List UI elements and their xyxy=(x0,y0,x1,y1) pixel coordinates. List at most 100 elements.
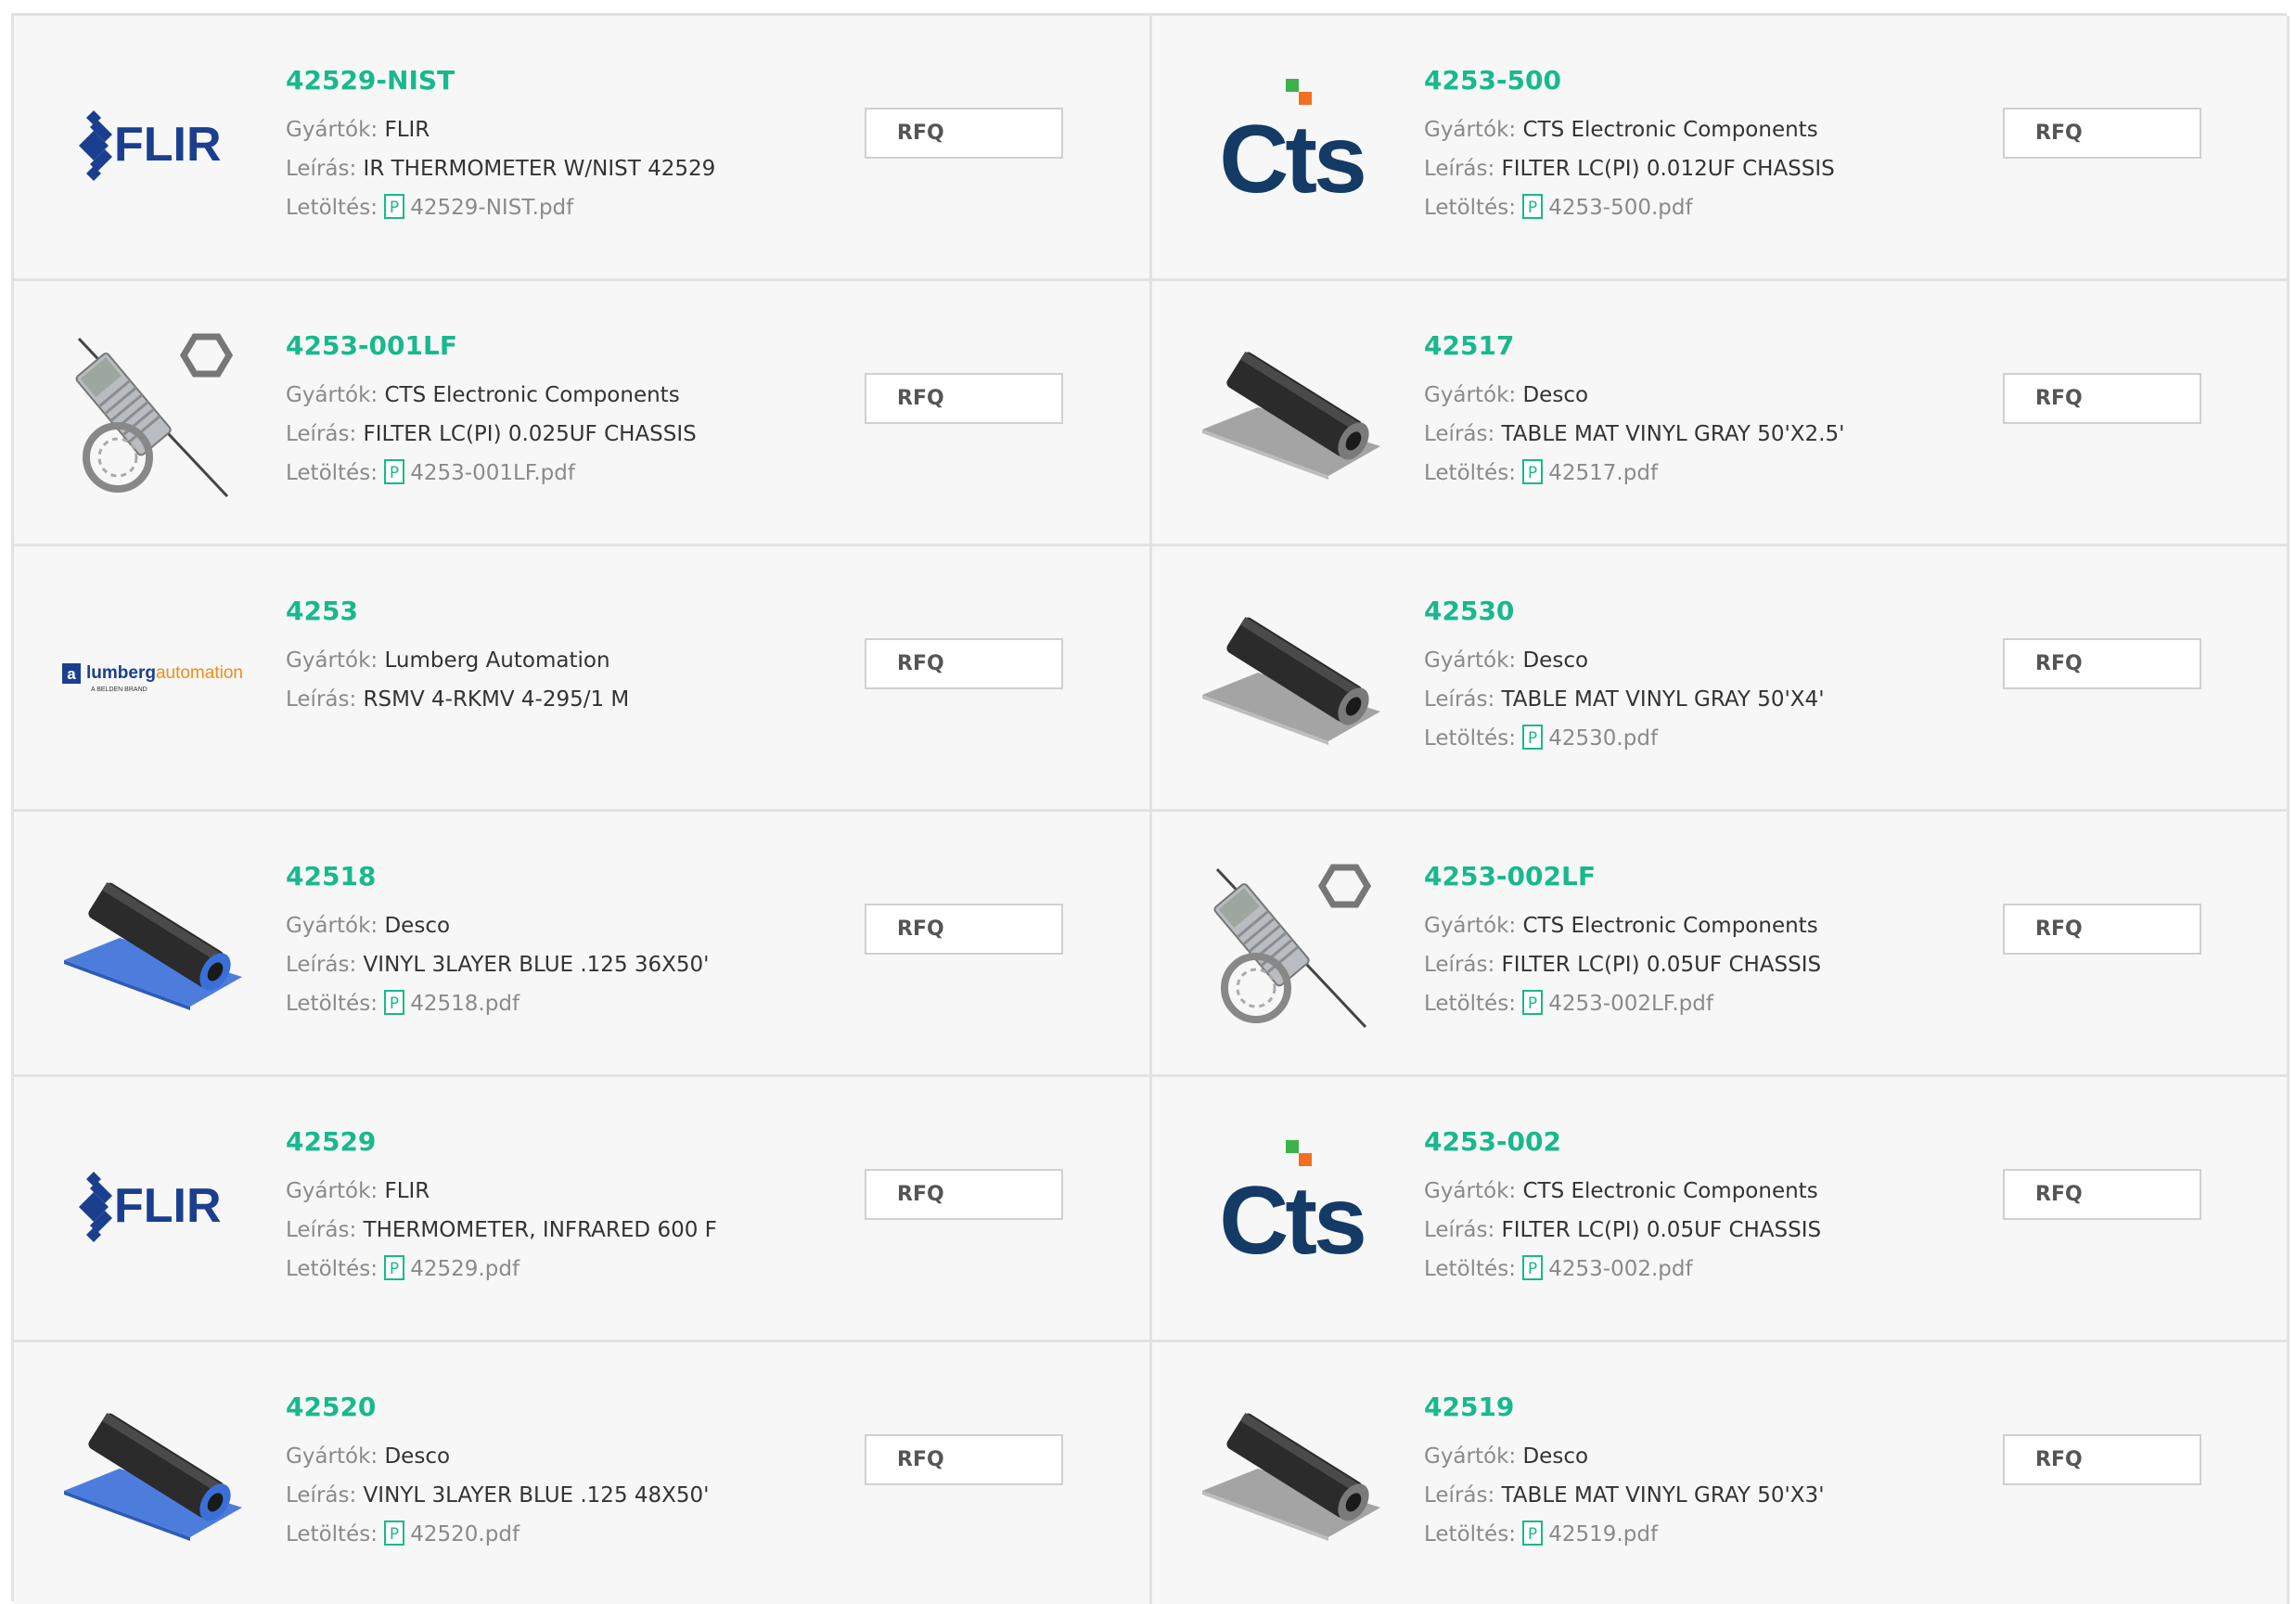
description-label: Leírás: xyxy=(1424,953,1502,977)
description-row: Leírás: VINYL 3LAYER BLUE .125 48X50' xyxy=(286,1476,824,1515)
manufacturer-row: Gyártók: Desco xyxy=(1424,376,1962,415)
datasheet-link[interactable]: 4253-001LF.pdf xyxy=(410,461,575,485)
manufacturer-row: Gyártók: CTS Electronic Components xyxy=(1424,110,1962,149)
pdf-file-icon[interactable]: P xyxy=(384,1254,405,1280)
part-number-link[interactable]: 42530 xyxy=(1424,593,1962,630)
logo-text: Cts xyxy=(1219,1167,1364,1275)
gray-mat-roll-image[interactable] xyxy=(1199,318,1384,504)
datasheet-link[interactable]: 42518.pdf xyxy=(410,992,519,1016)
description-value: VINYL 3LAYER BLUE .125 48X50' xyxy=(363,1483,710,1508)
gray-mat-roll-image[interactable] xyxy=(1199,1379,1384,1565)
description-row: Leírás: TABLE MAT VINYL GRAY 50'X4' xyxy=(1424,680,1962,719)
download-label: Letöltés: xyxy=(1424,1257,1523,1281)
product-card: 42517 Gyártók: Desco Leírás: TABLE MAT V… xyxy=(1152,281,2290,546)
manufacturer-label: Gyártók: xyxy=(286,118,385,142)
part-number-link[interactable]: 4253-500 xyxy=(1424,62,1962,99)
datasheet-link[interactable]: 42529.pdf xyxy=(410,1257,519,1281)
cts-logo[interactable]: Cts xyxy=(1199,53,1384,238)
blue-mat-roll-image[interactable] xyxy=(60,1379,246,1565)
cts-logo[interactable]: Cts xyxy=(1199,1114,1384,1300)
description-label: Leírás: xyxy=(1424,687,1502,712)
manufacturer-label: Gyártók: xyxy=(286,1179,385,1203)
manufacturer-value: CTS Electronic Components xyxy=(384,383,680,407)
pdf-file-icon[interactable]: P xyxy=(384,989,405,1015)
manufacturer-row: Gyártók: CTS Electronic Components xyxy=(1424,1172,1962,1211)
download-label: Letöltés: xyxy=(1424,1522,1523,1546)
filter-part-image[interactable] xyxy=(1199,849,1384,1034)
part-number-link[interactable]: 42520 xyxy=(286,1389,824,1426)
part-number-link[interactable]: 4253 xyxy=(286,593,824,630)
download-row: Letöltés: P 42517.pdf xyxy=(1424,454,1962,493)
part-number-link[interactable]: 4253-002 xyxy=(1424,1123,1962,1161)
manufacturer-label: Gyártók: xyxy=(286,383,385,407)
rfq-button[interactable]: RFQ xyxy=(865,1434,1063,1485)
description-row: Leírás: VINYL 3LAYER BLUE .125 36X50' xyxy=(286,945,824,984)
datasheet-link[interactable]: 42530.pdf xyxy=(1548,726,1658,751)
pdf-file-icon[interactable]: P xyxy=(1522,1520,1544,1546)
description-value: TABLE MAT VINYL GRAY 50'X4' xyxy=(1501,687,1825,712)
datasheet-link[interactable]: 42519.pdf xyxy=(1548,1522,1658,1546)
manufacturer-value: Desco xyxy=(384,914,451,938)
description-value: TABLE MAT VINYL GRAY 50'X3' xyxy=(1501,1483,1825,1508)
pdf-file-icon[interactable]: P xyxy=(1522,458,1544,484)
pdf-file-icon[interactable]: P xyxy=(1522,724,1544,750)
manufacturer-label: Gyártók: xyxy=(286,648,385,673)
rfq-button[interactable]: RFQ xyxy=(2003,1434,2201,1485)
pdf-file-icon[interactable]: P xyxy=(384,193,405,219)
blue-mat-roll-image[interactable] xyxy=(60,849,246,1034)
part-number-link[interactable]: 42519 xyxy=(1424,1389,1962,1426)
manufacturer-row: Gyártók: CTS Electronic Components xyxy=(286,376,824,415)
pdf-file-icon[interactable]: P xyxy=(1522,1254,1544,1280)
pdf-file-icon[interactable]: P xyxy=(1522,193,1544,219)
rfq-button[interactable]: RFQ xyxy=(2003,638,2201,689)
product-card: Cts 4253-002 Gyártók: CTS Electronic Com… xyxy=(1152,1077,2290,1342)
manufacturer-value: Desco xyxy=(384,1444,451,1469)
rfq-button[interactable]: RFQ xyxy=(865,638,1063,689)
gray-mat-roll-image[interactable] xyxy=(1199,584,1384,769)
description-label: Leírás: xyxy=(286,157,364,181)
manufacturer-row: Gyártók: Desco xyxy=(1424,1437,1962,1476)
flir-logo[interactable]: FLIR xyxy=(60,1114,246,1300)
logo-text: lumbergautomation xyxy=(86,663,243,683)
product-card: a lumbergautomation A BELDEN BRAND 4253 … xyxy=(14,546,1152,812)
datasheet-link[interactable]: 42520.pdf xyxy=(410,1522,519,1546)
product-info: 42517 Gyártók: Desco Leírás: TABLE MAT V… xyxy=(1424,327,1962,493)
svg-text:P: P xyxy=(390,464,399,482)
download-row: Letöltés: P 4253-500.pdf xyxy=(1424,188,1962,227)
lumberg-logo[interactable]: a lumbergautomation A BELDEN BRAND xyxy=(60,584,246,769)
part-number-link[interactable]: 4253-001LF xyxy=(286,327,824,365)
pdf-file-icon[interactable]: P xyxy=(384,458,405,484)
filter-part-image[interactable] xyxy=(60,318,246,504)
flir-logo[interactable]: FLIR xyxy=(60,53,246,238)
rfq-button[interactable]: RFQ xyxy=(2003,108,2201,159)
rfq-button[interactable]: RFQ xyxy=(2003,1169,2201,1220)
manufacturer-label: Gyártók: xyxy=(1424,1444,1523,1469)
rfq-button[interactable]: RFQ xyxy=(865,1169,1063,1220)
rfq-button[interactable]: RFQ xyxy=(2003,373,2201,424)
rfq-button[interactable]: RFQ xyxy=(865,373,1063,424)
description-label: Leírás: xyxy=(286,422,364,446)
pdf-file-icon[interactable]: P xyxy=(1522,989,1544,1015)
part-number-link[interactable]: 4253-002LF xyxy=(1424,858,1962,895)
datasheet-link[interactable]: 4253-500.pdf xyxy=(1548,196,1692,220)
part-number-link[interactable]: 42529 xyxy=(286,1123,824,1161)
manufacturer-label: Gyártók: xyxy=(1424,1179,1523,1203)
description-value: FILTER LC(PI) 0.012UF CHASSIS xyxy=(1501,157,1835,181)
pdf-file-icon[interactable]: P xyxy=(384,1520,405,1546)
part-number-link[interactable]: 42517 xyxy=(1424,327,1962,365)
logo-subtext: A BELDEN BRAND xyxy=(91,687,148,693)
product-info: 42518 Gyártók: Desco Leírás: VINYL 3LAYE… xyxy=(286,858,824,1023)
description-label: Leírás: xyxy=(1424,422,1502,446)
datasheet-link[interactable]: 42529-NIST.pdf xyxy=(410,196,573,220)
part-number-link[interactable]: 42529-NIST xyxy=(286,62,824,99)
datasheet-link[interactable]: 4253-002LF.pdf xyxy=(1548,992,1713,1016)
datasheet-link[interactable]: 4253-002.pdf xyxy=(1548,1257,1692,1281)
rfq-button[interactable]: RFQ xyxy=(865,904,1063,955)
description-row: Leírás: FILTER LC(PI) 0.05UF CHASSIS xyxy=(1424,945,1962,984)
description-value: FILTER LC(PI) 0.025UF CHASSIS xyxy=(363,422,697,446)
rfq-button[interactable]: RFQ xyxy=(865,108,1063,159)
rfq-button[interactable]: RFQ xyxy=(2003,904,2201,955)
datasheet-link[interactable]: 42517.pdf xyxy=(1548,461,1658,485)
part-number-link[interactable]: 42518 xyxy=(286,858,824,895)
svg-text:P: P xyxy=(390,199,399,217)
